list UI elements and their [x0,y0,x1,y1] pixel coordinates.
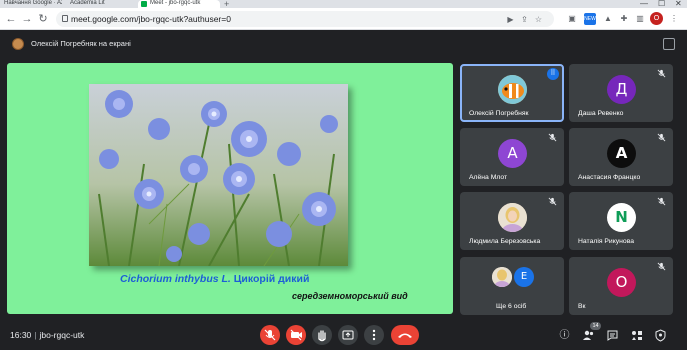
browser-tab-strip: Навчання Google · Azure Academia Lit Mee… [0,0,687,9]
chrome-menu-icon[interactable]: ⋮ [668,13,680,25]
leave-call-button[interactable] [391,325,419,345]
maximize-icon[interactable]: ☐ [658,0,665,8]
share-icon[interactable]: ⇪ [520,15,529,24]
mic-muted-icon [548,197,557,206]
close-window-icon[interactable]: ✕ [675,0,682,8]
hang-up-icon [398,333,412,338]
participant-tile[interactable]: A Анастасия Францко [569,128,673,186]
mic-off-icon [264,329,276,341]
participant-name: Алёна Млот [469,174,508,181]
more-options-button[interactable] [364,325,384,345]
participant-count-badge: 14 [590,322,601,330]
raise-hand-button[interactable] [312,325,332,345]
participant-avatar [492,267,512,287]
current-time: 16:30 [10,330,32,340]
participant-avatar: E [514,267,534,287]
minimize-icon[interactable]: — [640,0,648,8]
extension-icon[interactable]: ▣ [566,13,578,25]
participant-tile[interactable]: Людмила Березовська [460,192,564,250]
participant-avatar [498,75,527,104]
participant-avatar: А [498,139,527,168]
participant-tile[interactable]: А Алёна Млот [460,128,564,186]
presenter-avatar [12,38,24,50]
audio-activity-icon: ⠿ [547,68,559,80]
more-participants-label: Ще 6 осіб [496,303,527,310]
mic-muted-icon [657,69,666,78]
participant-tile[interactable]: Д Даша Ревенко [569,64,673,122]
camera-icon[interactable]: ▶ [506,15,515,24]
present-screen-button[interactable] [338,325,358,345]
forward-icon[interactable]: → [20,12,34,26]
people-icon[interactable] [582,329,595,342]
camera-off-icon [290,329,302,341]
browser-tab-label: Meet - jbo-rgqc-utk [150,0,201,6]
participant-name: Вк [578,303,586,310]
microphone-toggle-button[interactable] [260,325,280,345]
mic-muted-icon [657,197,666,206]
separator: | [34,330,37,340]
meeting-controls-bar: 16:30 | jbo-rgqc-utk ⓘ [0,322,687,350]
participant-name: Наталія Рикунова [578,238,635,245]
activities-icon[interactable] [630,329,643,342]
address-url: meet.google.com/jbo-rgqc-utk?authuser=0 [71,14,231,24]
meet-favicon-icon [141,1,147,7]
participant-avatar [498,203,527,232]
participant-avatar: A [607,139,636,168]
mic-muted-icon [657,262,666,271]
address-bar[interactable]: meet.google.com/jbo-rgqc-utk?authuser=0 … [56,11,554,27]
participant-avatar: О [607,268,636,297]
participant-name: Даша Ревенко [578,110,624,117]
meeting-info: 16:30 | jbo-rgqc-utk [10,330,84,340]
chat-icon[interactable] [606,329,619,342]
hand-icon [318,330,326,342]
collapse-presentation-icon[interactable] [663,38,675,50]
meeting-details-icon[interactable]: ⓘ [558,329,571,342]
participant-name: Людмила Березовська [469,238,541,245]
back-icon[interactable]: ← [4,12,18,26]
extension-icon[interactable]: ▲ [602,13,614,25]
presenter-label: Олексій Погребняк на екрані [31,39,131,48]
extension-new-icon[interactable]: NEW [584,13,596,25]
participant-avatar: Д [607,75,636,104]
extensions-puzzle-icon[interactable]: ✚ [618,13,630,25]
bookmark-star-icon[interactable]: ☆ [534,15,543,24]
host-controls-icon[interactable] [654,329,667,342]
participant-tile[interactable]: ⠿ Олексій Погребняк [460,64,564,122]
split-view-icon[interactable]: ▥ [634,13,646,25]
lock-icon [62,15,68,22]
participant-name: Анастасия Францко [578,174,641,181]
browser-tab[interactable]: Навчання Google · Azure [0,0,62,8]
browser-tab-active[interactable]: Meet - jbo-rgqc-utk [138,0,220,8]
participant-avatar: N [607,203,636,232]
participant-name: Олексій Погребняк [469,110,529,117]
participant-tile[interactable]: О Вк [569,257,673,315]
species-latin-name: Cichorium inthybus L. [120,273,231,285]
shared-screen: Cichorium inthybus L. Цикорій дикий сере… [7,63,453,314]
species-native-name: Цикорій дикий [233,273,310,285]
species-range-label: середземноморський вид [292,291,408,301]
profile-avatar[interactable]: О [650,12,663,25]
present-icon [342,330,354,340]
more-participants-tile[interactable]: E Ще 6 осіб [460,257,564,315]
meeting-code: jbo-rgqc-utk [39,330,85,340]
camera-toggle-button[interactable] [286,325,306,345]
participant-tile[interactable]: N Наталія Рикунова [569,192,673,250]
presenter-bar: Олексій Погребняк на екрані [6,36,681,52]
mic-muted-icon [548,133,557,142]
mic-muted-icon [657,133,666,142]
chicory-flower-photo [89,84,348,266]
species-caption: Cichorium inthybus L. Цикорій дикий [120,273,309,285]
browser-toolbar: ← → ↻ meet.google.com/jbo-rgqc-utk?authu… [0,8,687,30]
browser-tab[interactable]: Academia Lit [66,0,132,8]
reload-icon[interactable]: ↻ [36,12,50,26]
more-vert-icon [372,329,376,341]
